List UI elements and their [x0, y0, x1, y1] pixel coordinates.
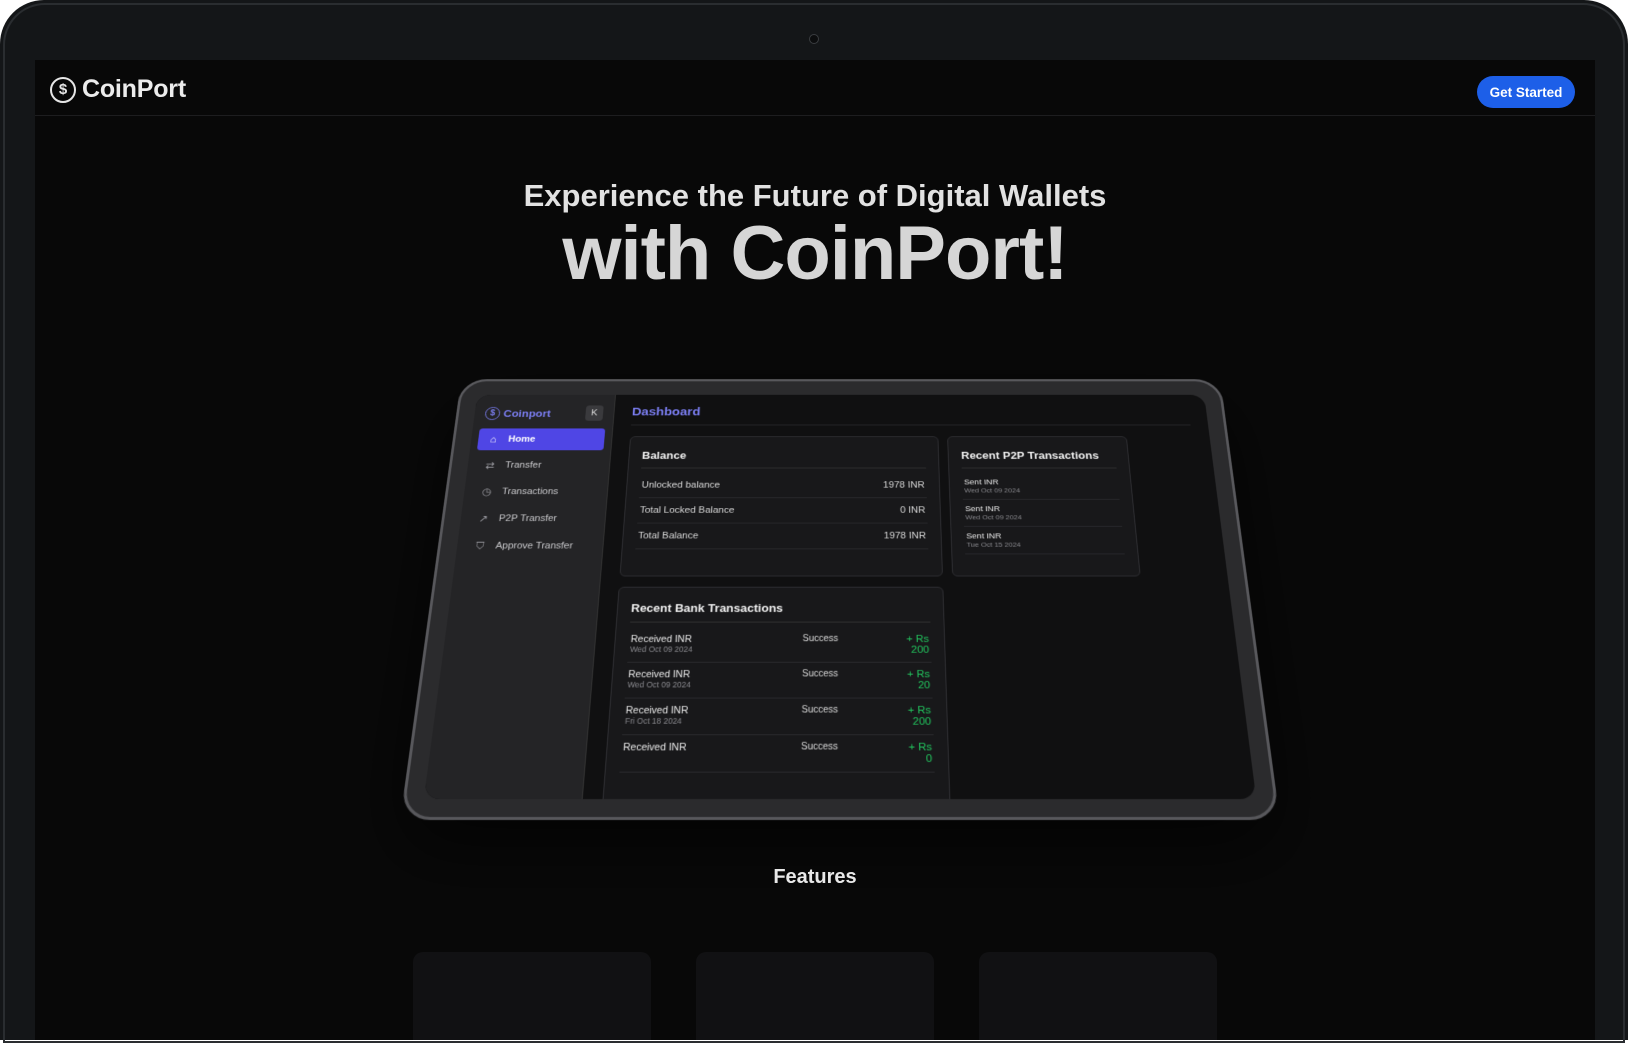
- sidebar-item-label: Transactions: [501, 487, 558, 497]
- sidebar-brand-name: Coinport: [503, 407, 552, 418]
- p2p-row: Sent INR Wed Oct 09 2024: [963, 500, 1122, 527]
- sidebar-item-label: P2P Transfer: [498, 514, 557, 524]
- tablet-frame: $ Coinport K ⌂ Home ⇄ Transfer ◷ Transac…: [400, 379, 1280, 820]
- feature-card: [696, 952, 934, 1040]
- tablet-preview: $ Coinport K ⌂ Home ⇄ Transfer ◷ Transac…: [375, 300, 1315, 860]
- sidebar-item-transfer[interactable]: ⇄ Transfer: [474, 454, 604, 476]
- bank-status: Success: [801, 705, 907, 715]
- get-started-button[interactable]: Get Started: [1477, 76, 1575, 108]
- bank-status: Success: [802, 669, 907, 679]
- sidebar-item-approve-transfer[interactable]: ⛉ Approve Transfer: [463, 534, 596, 557]
- brand-logo[interactable]: $ CoinPort: [50, 75, 186, 104]
- balance-label: Total Locked Balance: [640, 505, 735, 515]
- bank-amount: + Rs 20: [907, 669, 930, 691]
- sidebar-item-label: Approve Transfer: [495, 541, 573, 551]
- sidebar-item-label: Home: [508, 435, 536, 444]
- shield-check-icon: ⛉: [473, 540, 487, 553]
- balance-label: Total Balance: [638, 531, 699, 541]
- bank-title: Recent Bank Transactions: [630, 601, 930, 622]
- camera-icon: [809, 34, 819, 44]
- hero-title: with CoinPort!: [35, 210, 1595, 297]
- p2p-label: Sent INR: [965, 505, 1119, 514]
- laptop-screen: $ CoinPort Get Started Experience the Fu…: [35, 60, 1595, 1040]
- p2p-row: Sent INR Wed Oct 09 2024: [962, 473, 1120, 500]
- hero-subtitle: Experience the Future of Digital Wallets: [35, 178, 1595, 214]
- p2p-row: Sent INR Tue Oct 15 2024: [964, 527, 1125, 555]
- bank-date: Fri Oct 18 2024: [625, 716, 802, 725]
- balance-card: Balance Unlocked balance 1978 INR Total …: [620, 436, 943, 576]
- home-icon: ⌂: [486, 434, 500, 445]
- balance-value: 1978 INR: [884, 531, 927, 541]
- transfer-icon: ⇄: [483, 460, 497, 471]
- sidebar-item-label: Transfer: [505, 460, 542, 470]
- bank-row: Received INR Success + Rs 0: [619, 735, 934, 772]
- bank-status: Success: [802, 634, 906, 644]
- p2p-title: Recent P2P Transactions: [961, 449, 1117, 468]
- p2p-label: Sent INR: [964, 478, 1117, 487]
- collapse-sidebar-button[interactable]: K: [585, 405, 604, 420]
- sidebar-item-p2p-transfer[interactable]: ↗ P2P Transfer: [467, 507, 599, 530]
- bank-row: Received INR Wed Oct 09 2024 Success + R…: [627, 628, 931, 663]
- sidebar-brand: $ Coinport: [484, 407, 551, 420]
- brand-name: CoinPort: [82, 75, 186, 104]
- balance-value: 0 INR: [900, 505, 926, 515]
- laptop-bezel: $ CoinPort Get Started Experience the Fu…: [0, 0, 1628, 1040]
- sidebar-header: $ Coinport K: [480, 402, 608, 428]
- p2p-card: Recent P2P Transactions Sent INR Wed Oct…: [947, 436, 1141, 576]
- balance-label: Unlocked balance: [641, 480, 720, 490]
- p2p-label: Sent INR: [966, 532, 1122, 541]
- sidebar-item-transactions[interactable]: ◷ Transactions: [470, 480, 601, 503]
- features-heading: Features: [35, 866, 1595, 889]
- bank-row: Received INR Fri Oct 18 2024 Success + R…: [622, 699, 934, 736]
- p2p-date: Wed Oct 09 2024: [964, 487, 1117, 494]
- bank-status: Success: [801, 742, 909, 753]
- bank-amount: + Rs 0: [908, 742, 932, 765]
- feature-card: [979, 952, 1217, 1040]
- dashboard-main: Dashboard Balance Unlocked balance 1978 …: [583, 395, 1257, 799]
- tablet-screen: $ Coinport K ⌂ Home ⇄ Transfer ◷ Transac…: [424, 395, 1257, 799]
- bank-transactions-card: Recent Bank Transactions Received INR We…: [602, 587, 951, 799]
- bank-label: Received INR: [628, 669, 802, 680]
- balance-row: Total Balance 1978 INR: [635, 523, 928, 549]
- feature-card: [413, 952, 651, 1040]
- bank-amount: + Rs 200: [908, 705, 932, 728]
- bank-date: Wed Oct 09 2024: [627, 680, 802, 689]
- p2p-date: Tue Oct 15 2024: [966, 541, 1122, 549]
- balance-title: Balance: [641, 449, 926, 468]
- bank-row: Received INR Wed Oct 09 2024 Success + R…: [625, 663, 933, 699]
- navbar: $ CoinPort Get Started: [35, 60, 1595, 116]
- clock-icon: ◷: [480, 486, 494, 497]
- arrow-up-right-icon: ↗: [476, 513, 490, 525]
- balance-row: Unlocked balance 1978 INR: [639, 473, 927, 498]
- bank-date: Wed Oct 09 2024: [630, 645, 803, 654]
- dollar-coin-icon: $: [484, 407, 500, 420]
- bank-amount: + Rs 200: [906, 634, 929, 655]
- bank-label: Received INR: [625, 705, 801, 716]
- bank-label: Received INR: [630, 634, 802, 645]
- balance-row: Total Locked Balance 0 INR: [637, 498, 927, 523]
- dashboard-title: Dashboard: [631, 405, 1191, 425]
- balance-value: 1978 INR: [883, 480, 925, 490]
- p2p-date: Wed Oct 09 2024: [965, 514, 1119, 521]
- bank-label: Received INR: [623, 742, 801, 753]
- dollar-coin-icon: $: [50, 77, 76, 103]
- sidebar-item-home[interactable]: ⌂ Home: [477, 428, 605, 450]
